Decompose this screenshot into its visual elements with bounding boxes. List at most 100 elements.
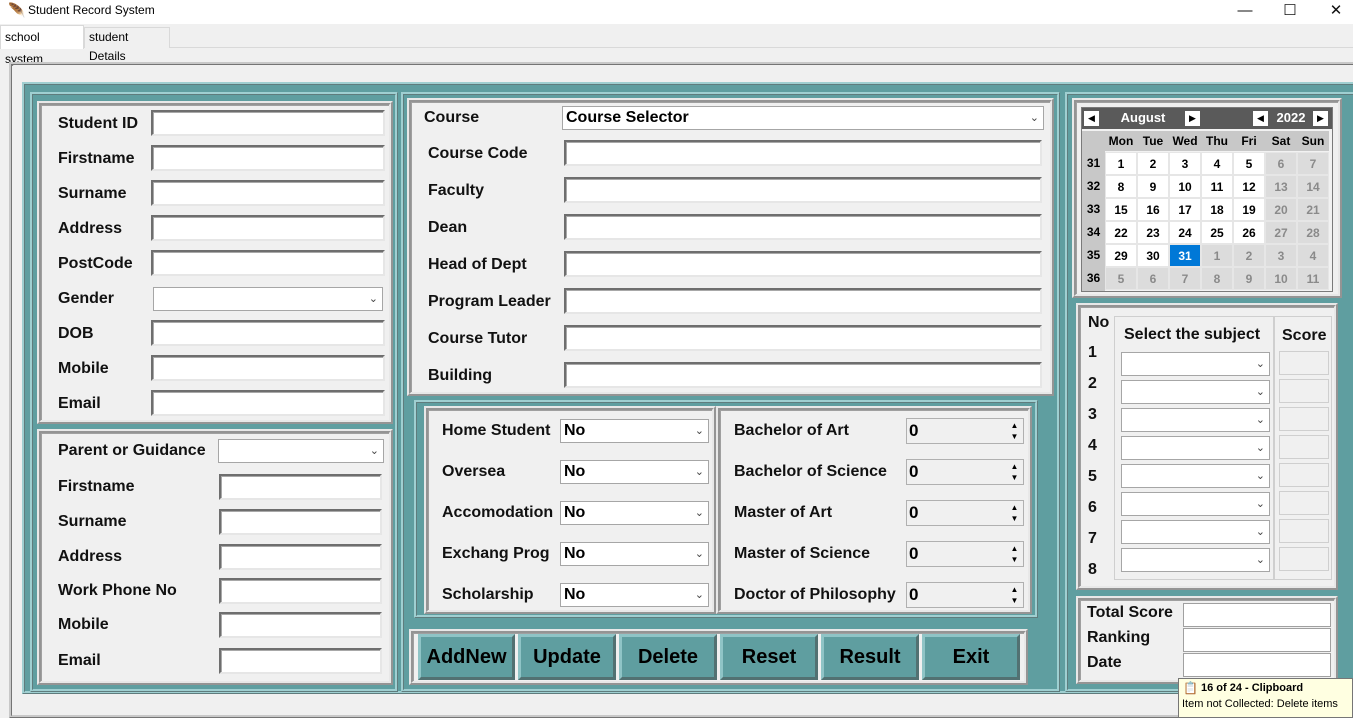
exit-button[interactable]: Exit [922,634,1020,680]
calendar-day[interactable]: 1 [1201,244,1233,267]
subject-select[interactable]: ⌄ [1121,436,1270,460]
prev-year-button[interactable]: ◀ [1253,111,1268,126]
course-field-input[interactable] [564,177,1042,203]
calendar-day[interactable]: 3 [1169,152,1201,175]
subject-select[interactable]: ⌄ [1121,380,1270,404]
option-select[interactable]: No ⌄ [560,583,709,607]
calendar-day[interactable]: 9 [1233,267,1265,290]
course-field-input[interactable] [564,140,1042,166]
subject-select[interactable]: ⌄ [1121,352,1270,376]
minimize-button[interactable]: — [1222,0,1268,24]
course-field-input[interactable] [564,214,1042,240]
calendar-day[interactable]: 11 [1201,175,1233,198]
summary-field[interactable] [1183,628,1331,652]
subject-select[interactable]: ⌄ [1121,520,1270,544]
calendar-day[interactable]: 19 [1233,198,1265,221]
prev-month-button[interactable]: ◀ [1084,111,1099,126]
spin-down-icon[interactable]: ▼ [1008,431,1021,442]
course-field-input[interactable] [564,362,1042,388]
parent-select[interactable]: ⌄ [218,439,384,463]
calendar-day[interactable]: 12 [1233,175,1265,198]
calendar-day[interactable]: 18 [1201,198,1233,221]
maximize-button[interactable]: ☐ [1267,0,1313,24]
parent-field-input[interactable] [219,544,382,570]
spin-up-icon[interactable]: ▲ [1008,584,1021,595]
student-field-input[interactable] [151,145,385,171]
summary-field[interactable] [1183,603,1331,627]
student-field-input[interactable] [151,355,385,381]
calendar-day[interactable]: 16 [1137,198,1169,221]
calendar-day[interactable]: 27 [1265,221,1297,244]
calendar-day[interactable]: 7 [1169,267,1201,290]
next-month-button[interactable]: ▶ [1185,111,1200,126]
spin-up-icon[interactable]: ▲ [1008,543,1021,554]
calendar-day[interactable]: 20 [1265,198,1297,221]
student-field-input[interactable] [151,390,385,416]
parent-field-input[interactable] [219,648,382,674]
calendar-day[interactable]: 2 [1137,152,1169,175]
calendar-day[interactable]: 23 [1137,221,1169,244]
calendar-day[interactable]: 28 [1297,221,1329,244]
subject-select[interactable]: ⌄ [1121,464,1270,488]
spin-up-icon[interactable]: ▲ [1008,502,1021,513]
next-year-button[interactable]: ▶ [1313,111,1328,126]
calendar-day[interactable]: 9 [1137,175,1169,198]
degree-spinbox[interactable]: 0 ▲ ▼ [906,418,1024,444]
parent-field-input[interactable] [219,578,382,604]
subject-select[interactable]: ⌄ [1121,492,1270,516]
calendar-day[interactable]: 21 [1297,198,1329,221]
subject-select[interactable]: ⌄ [1121,408,1270,432]
delete-button[interactable]: Delete [619,634,717,680]
spin-down-icon[interactable]: ▼ [1008,554,1021,565]
calendar-day[interactable]: 17 [1169,198,1201,221]
spin-down-icon[interactable]: ▼ [1008,472,1021,483]
subject-select[interactable]: ⌄ [1121,548,1270,572]
calendar-day[interactable]: 22 [1105,221,1137,244]
calendar-day[interactable]: 11 [1297,267,1329,290]
gender-select[interactable]: ⌄ [153,287,383,311]
calendar-day[interactable]: 1 [1105,152,1137,175]
student-field-input[interactable] [151,180,385,206]
tab-school-system[interactable]: school system [0,25,84,66]
option-select[interactable]: No ⌄ [560,501,709,525]
course-field-input[interactable] [564,251,1042,277]
calendar-day[interactable]: 2 [1233,244,1265,267]
calendar-day[interactable]: 5 [1233,152,1265,175]
calendar-day[interactable]: 4 [1201,152,1233,175]
calendar-day[interactable]: 29 [1105,244,1137,267]
degree-spinbox[interactable]: 0 ▲ ▼ [906,459,1024,485]
calendar-day[interactable]: 3 [1265,244,1297,267]
spin-up-icon[interactable]: ▲ [1008,461,1021,472]
result-button[interactable]: Result [821,634,919,680]
addnew-button[interactable]: AddNew [418,634,515,680]
calendar-day[interactable]: 14 [1297,175,1329,198]
calendar-day[interactable]: 6 [1265,152,1297,175]
reset-button[interactable]: Reset [720,634,818,680]
calendar-day[interactable]: 24 [1169,221,1201,244]
parent-field-input[interactable] [219,509,382,535]
degree-spinbox[interactable]: 0 ▲ ▼ [906,582,1024,608]
parent-field-input[interactable] [219,612,382,638]
course-field-input[interactable] [564,288,1042,314]
calendar-day[interactable]: 10 [1265,267,1297,290]
course-selector[interactable]: Course Selector ⌄ [562,106,1044,130]
calendar-day[interactable]: 15 [1105,198,1137,221]
tab-student-details[interactable]: student Details [84,27,170,63]
parent-field-input[interactable] [219,474,382,500]
spin-up-icon[interactable]: ▲ [1008,420,1021,431]
degree-spinbox[interactable]: 0 ▲ ▼ [906,541,1024,567]
calendar-day[interactable]: 8 [1105,175,1137,198]
student-field-input[interactable] [151,110,385,136]
calendar-day[interactable]: 6 [1137,267,1169,290]
calendar-day[interactable]: 26 [1233,221,1265,244]
student-field-input[interactable] [151,250,385,276]
calendar-day[interactable]: 5 [1105,267,1137,290]
option-select[interactable]: No ⌄ [560,460,709,484]
student-field-input[interactable] [151,215,385,241]
calendar-day[interactable]: 4 [1297,244,1329,267]
calendar-day[interactable]: 30 [1137,244,1169,267]
update-button[interactable]: Update [518,634,616,680]
degree-spinbox[interactable]: 0 ▲ ▼ [906,500,1024,526]
calendar-day[interactable]: 10 [1169,175,1201,198]
calendar-day-selected[interactable]: 31 [1169,244,1201,267]
